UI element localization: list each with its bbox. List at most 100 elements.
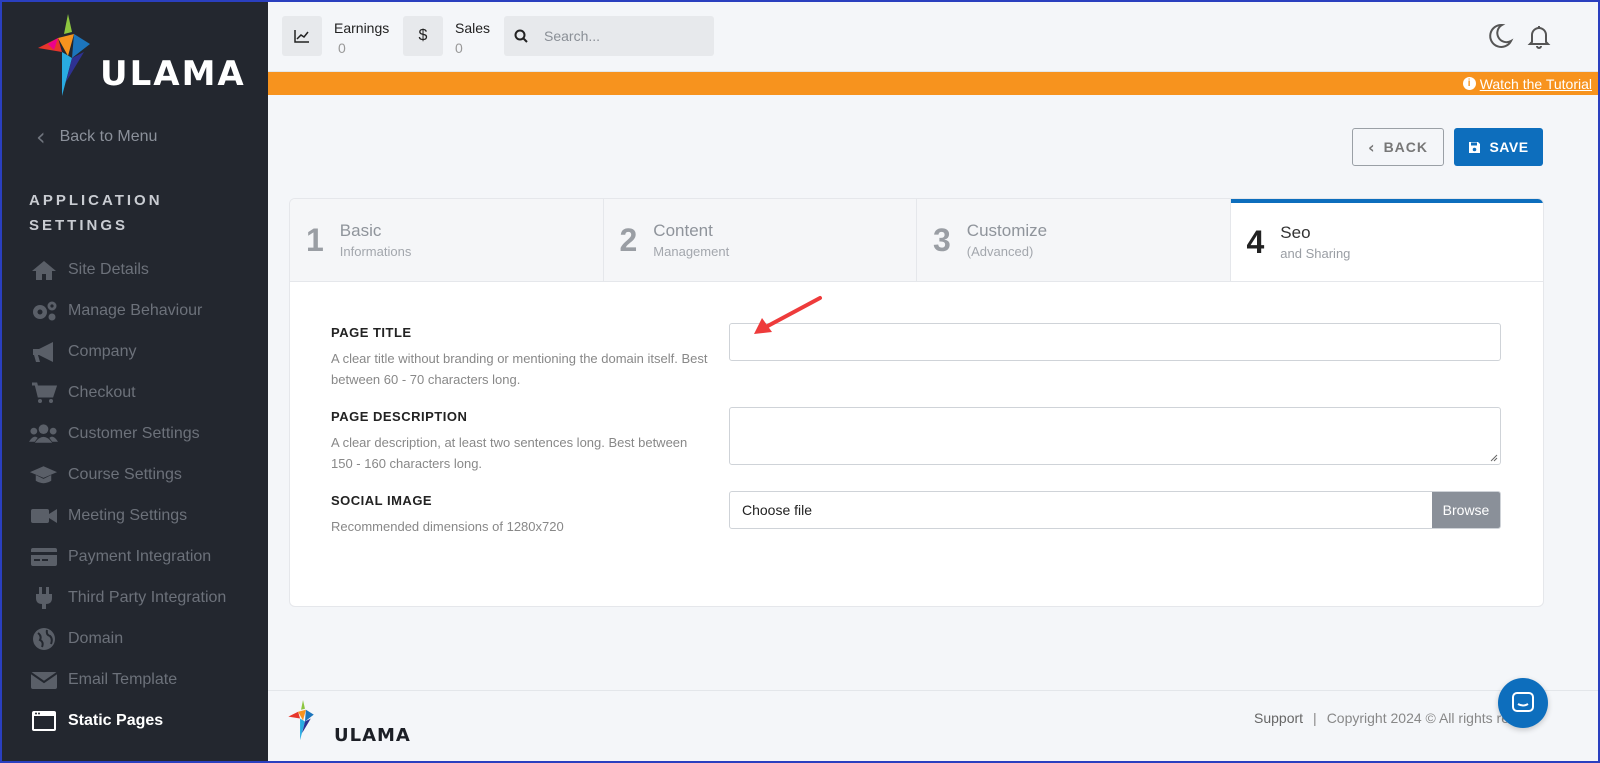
sidebar-item-label: Site Details [68,260,149,278]
sidebar-item-label: Course Settings [68,465,182,483]
sidebar-item-label: Email Template [68,670,178,688]
info-icon: i [1462,77,1476,90]
globe-icon [29,627,58,651]
resize-grip-icon[interactable] [1489,453,1498,462]
support-link[interactable]: Support [1254,710,1303,726]
video-camera-icon [29,504,58,528]
step-customize-advanced[interactable]: 3 Customize (Advanced) [917,199,1231,281]
sidebar-item-company[interactable]: Company [29,331,259,372]
home-icon [29,258,58,282]
sidebar-item-meeting-settings[interactable]: Meeting Settings [29,495,259,536]
search-input[interactable] [544,28,704,44]
brand-name: ULAMA [100,54,246,94]
back-to-menu-link[interactable]: ‹ Back to Menu [36,122,157,152]
annotation-arrow-icon [754,296,822,334]
gears-icon [29,299,58,323]
cart-icon [29,381,58,405]
sales-value: 0 [455,40,463,56]
copyright-text: Copyright 2024 © All rights res [1326,710,1516,726]
search-icon [504,29,538,43]
floppy-disk-icon [1469,141,1481,153]
wizard-steps: 1 Basic Informations 2 Content Managemen… [290,199,1543,282]
sidebar-item-static-pages[interactable]: Static Pages [29,700,259,741]
chat-button[interactable] [1498,678,1548,728]
sidebar-item-domain[interactable]: Domain [29,618,259,659]
sidebar-item-label: Checkout [68,383,136,401]
sidebar-item-third-party-integration[interactable]: Third Party Integration [29,577,259,618]
footer-logo[interactable]: ULAMA [288,699,410,749]
step-seo-and-sharing[interactable]: 4 Seo and Sharing [1230,199,1543,281]
step-number: 2 [619,221,638,258]
save-button-label: SAVE [1489,139,1529,155]
sidebar-item-manage-behaviour[interactable]: Manage Behaviour [29,290,259,331]
dark-mode-moon-icon[interactable] [1486,22,1514,50]
footer-brand-name: ULAMA [334,725,411,746]
sidebar: ULAMA ‹ Back to Menu APPLICATION SETTING… [2,2,268,761]
bird-logo-icon [288,699,314,741]
social-image-file-input[interactable]: Choose file Browse [729,491,1501,529]
footer-links: Support | Copyright 2024 © All rights re… [1254,710,1516,726]
window-icon [29,709,58,733]
credit-card-icon [29,545,58,569]
save-button[interactable]: SAVE [1454,128,1543,166]
page-title-input[interactable] [729,323,1501,361]
step-title: Seo [1280,223,1311,242]
top-bar: Earnings 0 $ Sales 0 [268,2,1598,72]
page-title-help: A clear title without branding or mentio… [331,351,708,387]
step-subtitle: and Sharing [1280,246,1351,261]
back-button[interactable]: ‹ BACK [1352,128,1444,166]
sidebar-item-label: Company [68,342,137,360]
bird-logo-icon [38,14,90,96]
sidebar-item-label: Domain [68,629,124,647]
sidebar-item-label: Payment Integration [68,547,212,565]
watch-tutorial-link[interactable]: Watch the Tutorial [1480,76,1592,92]
step-subtitle: Informations [339,244,412,259]
step-title: Content [653,221,713,240]
notification-bell-icon[interactable] [1525,22,1553,50]
page-description-textarea[interactable] [729,407,1501,465]
step-subtitle: (Advanced) [966,244,1034,259]
page-description-help: A clear description, at least two senten… [331,435,688,471]
sidebar-item-site-details[interactable]: Site Details [29,249,259,290]
step-number: 4 [1246,223,1265,260]
seo-settings-card: 1 Basic Informations 2 Content Managemen… [290,199,1543,606]
earnings-label: Earnings [334,20,390,36]
search-box [504,16,714,56]
back-button-label: BACK [1383,139,1429,155]
tutorial-banner: i Watch the Tutorial [268,72,1598,95]
page-description-label: PAGE DESCRIPTION [331,409,468,424]
social-image-help: Recommended dimensions of 1280x720 [331,519,564,534]
chart-line-icon [282,16,322,56]
sidebar-item-payment-integration[interactable]: Payment Integration [29,536,259,577]
back-to-menu-label: Back to Menu [59,128,158,145]
envelope-icon [29,668,58,692]
step-title: Customize [966,221,1048,240]
file-placeholder: Choose file [742,502,813,518]
step-content-management[interactable]: 2 Content Management [603,199,917,281]
graduation-cap-icon [29,463,58,487]
chevron-left-icon: ‹ [36,123,46,151]
section-title: APPLICATION SETTINGS [29,192,163,234]
sidebar-item-label: Meeting Settings [68,506,188,524]
page-title-label: PAGE TITLE [331,325,412,340]
sidebar-item-checkout[interactable]: Checkout [29,372,259,413]
step-basic-informations[interactable]: 1 Basic Informations [290,199,604,281]
chevron-left-icon: ‹ [1367,137,1376,157]
footer: ULAMA Support | Copyright 2024 © All rig… [268,690,1598,761]
sidebar-item-label: Manage Behaviour [68,301,203,319]
browse-button[interactable]: Browse [1432,492,1500,528]
footer-separator: | [1313,710,1317,726]
earnings-value: 0 [338,40,346,56]
brand-logo[interactable]: ULAMA [38,12,244,102]
sidebar-item-customer-settings[interactable]: Customer Settings [29,413,259,454]
plug-icon [29,586,58,610]
sidebar-item-label: Customer Settings [68,424,200,442]
sidebar-item-label: Static Pages [68,711,164,729]
step-number: 3 [933,221,951,258]
sidebar-item-label: Third Party Integration [68,588,227,606]
sidebar-nav: Site Details Manage Behaviour Company Ch… [29,249,259,741]
sidebar-item-email-template[interactable]: Email Template [29,659,259,700]
sidebar-item-course-settings[interactable]: Course Settings [29,454,259,495]
step-number: 1 [306,221,324,258]
chat-bubble-icon [1512,692,1534,712]
